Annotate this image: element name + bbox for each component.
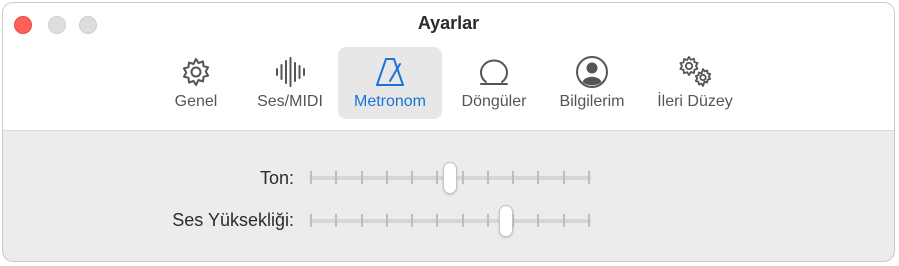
gears-icon [675,55,715,89]
slider-thumb[interactable] [443,162,457,194]
metronome-icon [373,55,407,89]
slider-tick [486,214,489,227]
tab-account[interactable]: Bilgilerim [549,47,635,119]
tab-metronome[interactable]: Metronom [338,47,442,119]
slider-tick [537,171,540,184]
settings-window: Ayarlar Genel Ses/MIDI Metronom Döngüler… [2,2,895,262]
tab-audio-midi[interactable]: Ses/MIDI [247,47,333,119]
slider-tick [385,214,388,227]
loop-icon [476,55,512,89]
tab-advanced[interactable]: İleri Düzey [647,47,743,119]
slider-tick [562,214,565,227]
gear-icon [179,55,213,89]
tab-label: Bilgilerim [559,93,625,110]
volume-slider[interactable] [309,205,591,237]
slider-track [309,219,591,223]
slider-tick [486,171,489,184]
metronome-settings-panel: Ton: Ses Yüksekliği: [3,131,894,261]
slider-tick [411,171,414,184]
volume-label: Ses Yüksekliği: [172,210,294,230]
tone-label: Ton: [259,168,294,188]
slider-tick [588,214,590,227]
slider-tick [512,171,515,184]
slider-tick [588,171,590,184]
toolbar: Ayarlar Genel Ses/MIDI Metronom Döngüler… [3,3,894,131]
tab-loops[interactable]: Döngüler [452,47,536,119]
tab-label: Metronom [353,93,427,110]
tab-label: Ses/MIDI [257,93,323,110]
tab-general[interactable]: Genel [161,47,231,119]
tab-label: Döngüler [461,93,527,110]
slider-tick [436,171,439,184]
slider-tick [537,214,540,227]
tone-slider[interactable] [309,162,591,194]
slider-tick [310,171,312,184]
tab-label: Genel [174,93,218,110]
slider-tick [562,171,565,184]
slider-tick [335,171,338,184]
waveform-icon [273,55,307,89]
slider-tick [461,171,464,184]
slider-tick [411,214,414,227]
slider-tick [360,214,363,227]
slider-tick [360,171,363,184]
slider-tick [436,214,439,227]
tab-label: İleri Düzey [657,93,733,110]
window-title: Ayarlar [417,13,480,33]
slider-tick [385,171,388,184]
slider-thumb[interactable] [498,205,513,237]
slider-tick [461,214,464,227]
slider-tick [335,214,338,227]
slider-tick [310,214,312,227]
person-circle-icon [575,55,609,89]
